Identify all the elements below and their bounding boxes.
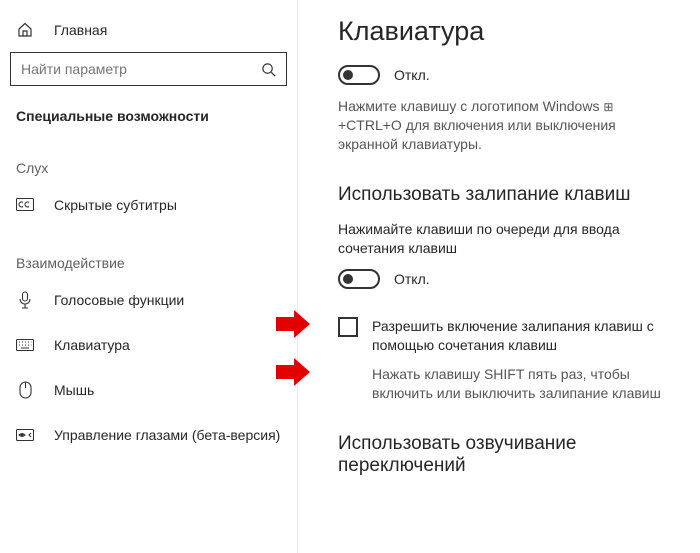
sticky-shortcut-label: Разрешить включение залипания клавиш с п… — [372, 317, 678, 355]
nav-home-label: Главная — [54, 22, 107, 38]
search-input[interactable] — [10, 52, 287, 86]
search-icon — [261, 62, 276, 77]
toggle-keys-title: Использовать озвучивание переключений — [338, 433, 678, 477]
sidebar-item-mouse[interactable]: Мышь — [0, 367, 297, 412]
nav-home[interactable]: Главная — [0, 18, 297, 52]
sidebar-item-eye-control[interactable]: Управление глазами (бета-версия) — [0, 412, 297, 457]
nav-label: Управление глазами (бета-версия) — [54, 427, 280, 443]
nav-label: Клавиатура — [54, 337, 130, 353]
keyboard-icon — [16, 339, 34, 351]
closed-captions-icon — [16, 198, 34, 212]
group-hearing: Слух — [0, 132, 297, 182]
home-icon — [16, 22, 34, 38]
microphone-icon — [16, 291, 34, 309]
mouse-icon — [16, 381, 34, 399]
osk-toggle-label: Откл. — [394, 67, 430, 83]
windows-logo-icon: ⊞ — [603, 100, 613, 114]
nav-label: Мышь — [54, 382, 94, 398]
osk-toggle-row: Откл. — [338, 65, 678, 85]
group-interaction: Взаимодействие — [0, 227, 297, 277]
sidebar-item-closed-captions[interactable]: Скрытые субтитры — [0, 182, 297, 227]
osk-description: Нажмите клавишу с логотипом Windows ⊞ +C… — [338, 97, 678, 154]
eye-control-icon — [16, 429, 34, 441]
sticky-keys-title: Использовать залипание клавиш — [338, 184, 678, 206]
page-title: Клавиатура — [338, 16, 678, 47]
sticky-keys-toggle[interactable] — [338, 269, 380, 289]
category-title: Специальные возможности — [0, 86, 297, 132]
search-field[interactable] — [21, 61, 261, 77]
sticky-keys-subtitle: Нажимайте клавиши по очереди для ввода с… — [338, 220, 678, 258]
sticky-toggle-row: Откл. — [338, 269, 678, 289]
sidebar-item-keyboard[interactable]: Клавиатура — [0, 322, 297, 367]
nav-label: Голосовые функции — [54, 292, 184, 308]
nav-label: Скрытые субтитры — [54, 197, 177, 213]
osk-toggle[interactable] — [338, 65, 380, 85]
sidebar: Главная Специальные возможности Слух Скр… — [0, 0, 298, 553]
main-content: Клавиатура Откл. Нажмите клавишу с логот… — [298, 0, 700, 553]
sticky-shortcut-row: Разрешить включение залипания клавиш с п… — [338, 317, 678, 355]
sticky-shortcut-hint: Нажать клавишу SHIFT пять раз, чтобы вкл… — [372, 365, 678, 403]
sticky-toggle-label: Откл. — [394, 271, 430, 287]
sidebar-item-speech[interactable]: Голосовые функции — [0, 277, 297, 322]
sticky-shortcut-checkbox[interactable] — [338, 317, 358, 337]
